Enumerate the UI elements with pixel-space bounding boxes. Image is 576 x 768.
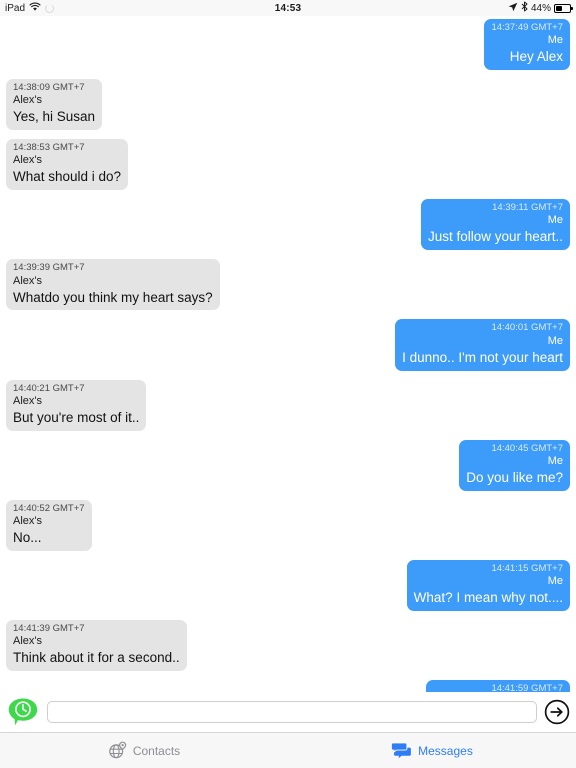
- message-row: 14:37:49 GMT+7 Me Hey Alex: [6, 19, 570, 71]
- message-row: 14:40:21 GMT+7 Alex's But you're most of i…: [6, 379, 570, 431]
- message-timestamp: 14:41:39 GMT+7: [13, 622, 85, 634]
- message-timestamp: 14:41:59 GMT+7: [491, 683, 563, 692]
- message-text: Do you like me?: [466, 469, 563, 485]
- message-text: Just follow your heart..: [427, 229, 563, 245]
- bluetooth-icon: [521, 1, 528, 15]
- tab-bar: Contacts Messages: [0, 732, 576, 768]
- message-sender: Alex's: [13, 514, 42, 527]
- outgoing-message-bubble[interactable]: 14:40:01 GMT+7 Me I dunno.. I'm not your h…: [395, 319, 570, 371]
- message-timestamp: 14:39:39 GMT+7: [13, 262, 85, 274]
- status-bar-clock: 14:53: [274, 2, 302, 14]
- message-text: Hey Alex: [509, 49, 563, 65]
- message-row: 14:39:11 GMT+7 Me Just follow your heart..: [6, 199, 570, 251]
- battery-icon: [554, 3, 573, 13]
- location-arrow-icon: [508, 2, 518, 15]
- message-composer: [0, 692, 576, 732]
- tab-contacts[interactable]: Contacts: [0, 733, 288, 768]
- message-timestamp: 14:40:52 GMT+7: [13, 502, 85, 514]
- tab-contacts-label: Contacts: [132, 743, 181, 758]
- message-timestamp: 14:38:53 GMT+7: [13, 142, 85, 154]
- message-row: 14:38:53 GMT+7 Alex's What should i do?: [6, 139, 570, 191]
- message-timestamp: 14:39:11 GMT+7: [492, 202, 563, 214]
- outgoing-message-bubble[interactable]: 14:39:11 GMT+7 Me Just follow your heart..: [420, 199, 570, 251]
- incoming-message-bubble[interactable]: 14:40:52 GMT+7 Alex's No...: [6, 499, 92, 551]
- message-text: What? I mean why not....: [413, 590, 563, 606]
- message-timestamp: 14:41:15 GMT+7: [491, 562, 563, 574]
- message-sender: Me: [547, 214, 563, 227]
- status-bar: iPad 14:53 44%: [0, 0, 576, 16]
- message-input[interactable]: [47, 701, 537, 723]
- message-timestamp: 14:40:01 GMT+7: [491, 322, 563, 334]
- message-sender: Me: [547, 334, 563, 347]
- battery-percent-label: 44%: [530, 2, 551, 14]
- message-row: 14:41:39 GMT+7 Alex's Think about it for a…: [6, 619, 570, 672]
- message-sender: Alex's: [13, 635, 42, 648]
- message-row: 14:40:01 GMT+7 Me I dunno.. I'm not your h…: [6, 319, 570, 371]
- messages-bubbles-icon: [391, 742, 412, 759]
- message-sender: Me: [547, 454, 563, 467]
- message-text: Yes, hi Susan: [13, 109, 96, 125]
- message-history-clock-icon[interactable]: [6, 695, 40, 729]
- send-button[interactable]: [544, 699, 570, 725]
- status-bar-right: 44%: [508, 1, 573, 15]
- message-text: Think about it for a second..: [13, 650, 180, 666]
- outgoing-message-bubble[interactable]: 14:37:49 GMT+7 Me Hey Alex: [484, 19, 570, 71]
- outgoing-message-bubble[interactable]: 14:41:15 GMT+7 Me What? I mean why not....: [406, 559, 570, 611]
- incoming-message-bubble[interactable]: 14:38:53 GMT+7 Alex's What should i do?: [6, 139, 129, 191]
- message-text: No...: [13, 529, 42, 545]
- incoming-message-bubble[interactable]: 14:40:21 GMT+7 Alex's But you're most of i…: [6, 379, 147, 431]
- tab-messages-label: Messages: [418, 743, 473, 758]
- incoming-message-bubble[interactable]: 14:38:09 GMT+7 Alex's Yes, hi Susan: [6, 79, 103, 131]
- message-row: 14:39:39 GMT+7 Alex's Whatdo you think my …: [6, 259, 570, 311]
- message-timestamp: 14:40:21 GMT+7: [13, 382, 85, 394]
- message-sender: Alex's: [13, 94, 42, 107]
- message-sender: Alex's: [13, 394, 42, 407]
- outgoing-message-bubble[interactable]: 14:40:45 GMT+7 Me Do you like me?: [459, 439, 570, 491]
- outgoing-message-bubble[interactable]: 14:41:59 GMT+7MeSo there another girl?: [426, 680, 570, 692]
- ipad-messaging-screen: iPad 14:53 44% 14:37:49 GMT+7 Me Hey Ale…: [0, 0, 576, 768]
- message-timestamp: 14:38:09 GMT+7: [13, 82, 85, 94]
- message-sender: Alex's: [13, 274, 42, 287]
- tab-messages[interactable]: Messages: [288, 733, 576, 768]
- message-text: But you're most of it..: [13, 409, 140, 425]
- message-sender: Alex's: [13, 154, 42, 167]
- incoming-message-bubble[interactable]: 14:39:39 GMT+7 Alex's Whatdo you think my …: [6, 259, 220, 311]
- message-row: 14:38:09 GMT+7 Alex's Yes, hi Susan: [6, 79, 570, 131]
- message-sender: Me: [547, 34, 563, 47]
- message-row: 14:40:45 GMT+7 Me Do you like me?: [6, 439, 570, 491]
- contacts-globe-icon: [108, 741, 127, 760]
- message-sender: Me: [547, 575, 563, 588]
- message-text: I dunno.. I'm not your heart: [402, 349, 563, 365]
- message-row: 14:40:52 GMT+7 Alex's No...: [6, 499, 570, 551]
- message-text: What should i do?: [13, 169, 122, 185]
- incoming-message-bubble[interactable]: 14:41:39 GMT+7 Alex's Think about it for a…: [6, 619, 187, 672]
- message-text: Whatdo you think my heart says?: [13, 289, 213, 305]
- message-row: 14:41:15 GMT+7 Me What? I mean why not....: [6, 559, 570, 611]
- message-row: 14:41:59 GMT+7MeSo there another girl?: [6, 680, 570, 692]
- conversation-list[interactable]: 14:37:49 GMT+7 Me Hey Alex 14:38:09 GMT+7 Al…: [0, 16, 576, 692]
- message-timestamp: 14:37:49 GMT+7: [491, 22, 563, 33]
- message-timestamp: 14:40:45 GMT+7: [491, 442, 563, 454]
